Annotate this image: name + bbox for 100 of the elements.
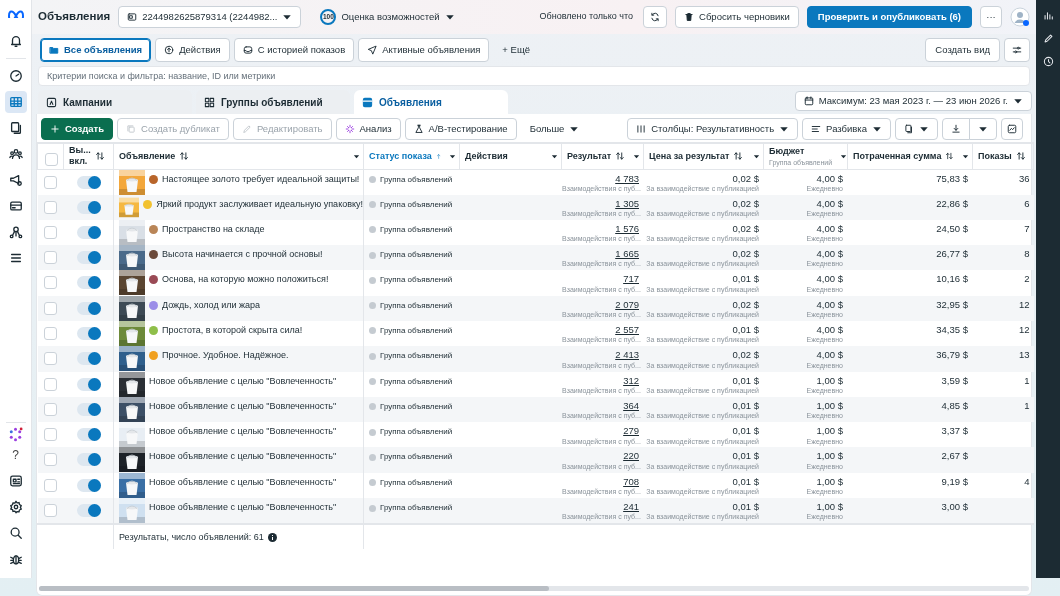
bug-icon	[8, 552, 23, 566]
budget-value: 1,00 $	[816, 501, 843, 513]
spent-value: 32,95 $	[936, 298, 968, 311]
result-value[interactable]: 312	[623, 374, 639, 386]
row-checkbox[interactable]	[44, 301, 57, 315]
result-value[interactable]: 1 305	[615, 197, 639, 209]
result-value[interactable]: 279	[623, 425, 639, 437]
ad-name[interactable]: Новое объявление с целью "Вовлеченность"	[149, 475, 337, 498]
impressions-value: 1	[1024, 399, 1030, 412]
create-view-button[interactable]: Создать вид	[925, 38, 1000, 62]
row-checkbox[interactable]	[44, 402, 57, 416]
search-field[interactable]: Критерии поиска и фильтра: название, ID или метрики	[38, 66, 1030, 86]
download-icon	[951, 124, 961, 134]
charts-button[interactable]	[1001, 118, 1023, 140]
result-value[interactable]: 364	[623, 399, 639, 411]
toggle-switch[interactable]	[76, 175, 101, 189]
info-icon[interactable]	[267, 533, 277, 543]
row-checkbox[interactable]	[44, 225, 57, 239]
toolbar-button[interactable]: Анализ	[335, 118, 401, 140]
view-settings-button[interactable]	[1004, 38, 1030, 62]
filter-tab[interactable]: Все объявления	[40, 38, 152, 62]
row-checkbox[interactable]	[44, 453, 57, 467]
more-button[interactable]: ···	[980, 6, 1002, 28]
result-value[interactable]: 2 413	[615, 349, 639, 361]
date-range-dropdown[interactable]: Максимум: 23 мая 2023 г. — 23 июн 2026 г.	[794, 91, 1032, 111]
select-all-checkbox[interactable]	[45, 152, 58, 166]
toggle-switch[interactable]	[76, 301, 101, 315]
row-checkbox[interactable]	[44, 276, 57, 290]
row-checkbox[interactable]	[44, 377, 57, 391]
toggle-switch[interactable]	[76, 478, 101, 492]
reset-drafts-button[interactable]: Сбросить черновики	[675, 6, 799, 28]
toggle-switch[interactable]	[76, 225, 101, 239]
toggle-switch[interactable]	[76, 504, 101, 518]
account-dropdown[interactable]: 2244982625879314 (2244982...	[118, 6, 302, 28]
reports-dropdown[interactable]	[895, 118, 938, 140]
result-value[interactable]: 1 665	[615, 248, 639, 260]
row-checkbox[interactable]	[44, 200, 57, 214]
more-filters-button[interactable]: + Ещё	[493, 39, 539, 61]
export-menu-button[interactable]	[969, 118, 997, 140]
arrow-up-icon	[164, 45, 175, 55]
toggle-switch[interactable]	[76, 276, 101, 290]
column-menu-icon[interactable]	[353, 152, 360, 160]
scrollbar[interactable]	[39, 586, 1029, 591]
row-checkbox[interactable]	[44, 327, 57, 340]
results-count: Результаты, число объявлений: 61	[119, 531, 264, 545]
ad-name[interactable]: Новое объявление с целью "Вовлеченность"	[149, 425, 337, 448]
row-checkbox[interactable]	[44, 175, 57, 189]
result-value[interactable]: 1 576	[615, 222, 639, 234]
refresh-button[interactable]	[643, 6, 668, 28]
avatar[interactable]	[1010, 7, 1030, 27]
toolbar-button[interactable]: Создать	[41, 118, 114, 140]
row-checkbox[interactable]	[44, 251, 57, 265]
result-value[interactable]: 4 783	[615, 172, 639, 184]
column-header[interactable]: Объявление	[119, 149, 176, 163]
ad-name[interactable]: Новое объявление с целью "Вовлеченность"	[149, 374, 337, 397]
toggle-switch[interactable]	[76, 402, 101, 416]
ad-name[interactable]: Простота, в которой скрыта сила!	[162, 324, 303, 346]
breakdown-dropdown[interactable]: Разбивка	[802, 118, 891, 140]
publish-button[interactable]: Проверить и опубликовать (6)	[806, 6, 972, 28]
result-value[interactable]: 2 079	[615, 298, 639, 310]
toggle-switch[interactable]	[76, 251, 101, 265]
row-checkbox[interactable]	[44, 504, 57, 518]
level-tab[interactable]: Объявления	[354, 90, 508, 114]
export-button[interactable]	[942, 118, 970, 140]
help-icon[interactable]: ?	[12, 446, 19, 464]
toggle-switch[interactable]	[76, 352, 101, 366]
impressions-value: 4	[1024, 475, 1030, 488]
table-icon	[8, 95, 23, 109]
filter-tab[interactable]: Действия	[155, 38, 230, 62]
toggle-switch[interactable]	[76, 453, 101, 467]
row-checkbox[interactable]	[44, 352, 57, 366]
column-menu-icon[interactable]	[633, 152, 640, 160]
column-menu-icon[interactable]	[449, 152, 456, 160]
toggle-switch[interactable]	[76, 428, 101, 442]
ad-name[interactable]: Основа, на которую можно положиться!	[162, 273, 329, 296]
ad-name[interactable]: Пространство на складе	[162, 222, 265, 245]
toggle-switch[interactable]	[76, 327, 101, 340]
result-value[interactable]: 717	[623, 273, 639, 285]
logo-icon[interactable]	[6, 8, 25, 18]
row-checkbox[interactable]	[44, 428, 57, 442]
toggle-switch[interactable]	[76, 200, 101, 214]
column-menu-icon[interactable]	[840, 152, 847, 160]
sparkle-icon[interactable]	[8, 427, 23, 442]
column-menu-icon[interactable]	[962, 152, 969, 160]
result-value[interactable]: 241	[623, 501, 639, 513]
row-checkbox[interactable]	[44, 478, 57, 492]
filter-tab[interactable]: С историей показов	[233, 38, 355, 62]
column-menu-icon[interactable]	[753, 152, 760, 160]
result-value[interactable]: 220	[623, 450, 639, 462]
campaign-icon	[46, 96, 57, 108]
filter-tab[interactable]: Активные объявления	[358, 38, 490, 62]
toolbar-button[interactable]: Больше	[520, 118, 589, 140]
emoji-icon	[149, 174, 158, 184]
toolbar-button[interactable]: A/B-тестирование	[404, 118, 517, 140]
ad-name[interactable]: Настоящее золото требует идеальной защиты!	[162, 172, 360, 195]
result-value[interactable]: 2 557	[615, 324, 639, 335]
toggle-switch[interactable]	[76, 377, 101, 391]
columns-dropdown[interactable]: Столбцы: Результативность	[627, 118, 799, 140]
column-menu-icon[interactable]	[551, 152, 558, 160]
result-value[interactable]: 708	[623, 475, 639, 487]
